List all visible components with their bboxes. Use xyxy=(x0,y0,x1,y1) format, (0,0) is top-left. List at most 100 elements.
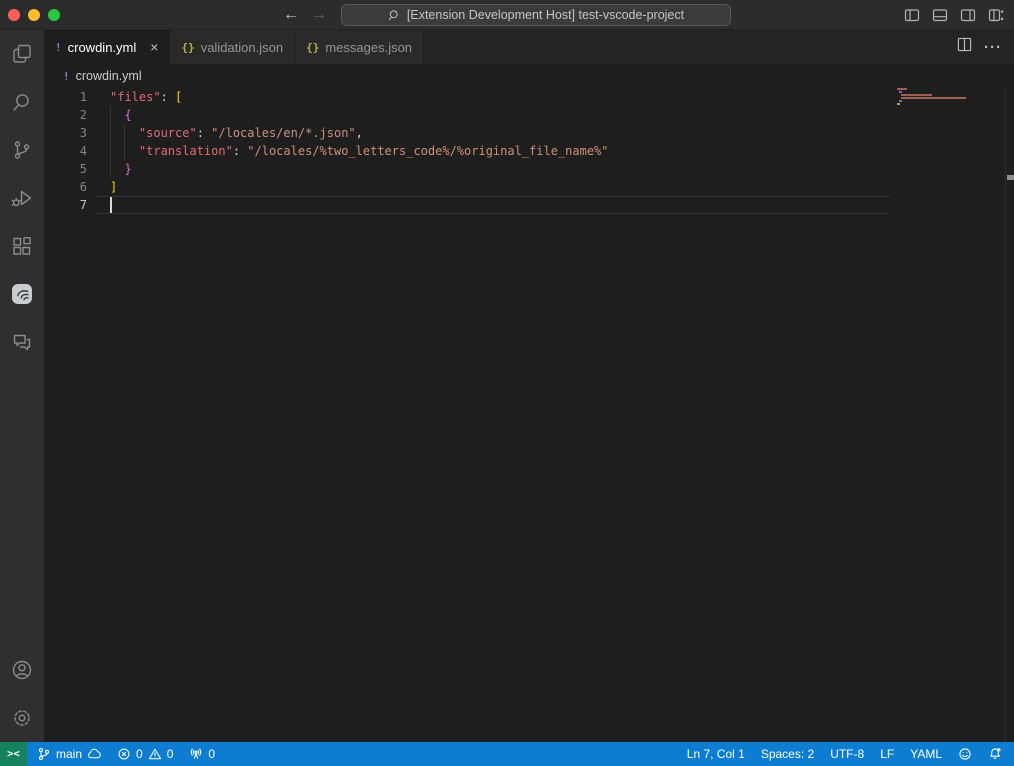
ports-item[interactable]: 0 xyxy=(183,742,221,766)
back-arrow-icon[interactable]: ← xyxy=(283,7,299,23)
minimap-line-mark xyxy=(899,100,902,102)
tab-validation.json[interactable]: {} validation.json xyxy=(170,30,295,64)
split-editor-icon[interactable] xyxy=(957,37,972,57)
activity-bar xyxy=(0,30,44,742)
eol-item[interactable]: LF xyxy=(874,742,900,766)
tab-label: crowdin.yml xyxy=(68,40,137,55)
notification-bell-icon xyxy=(988,747,1002,761)
close-tab-icon[interactable]: × xyxy=(150,40,158,54)
minimize-window-button[interactable] xyxy=(28,9,40,21)
minimap-line-mark xyxy=(899,91,902,93)
activity-item-extensions[interactable] xyxy=(0,222,44,270)
line-number[interactable]: 5 xyxy=(44,160,87,178)
ports-count: 0 xyxy=(208,747,215,761)
activity-item-comments[interactable] xyxy=(0,318,44,366)
error-count: 0 xyxy=(136,747,143,761)
comments-icon xyxy=(10,330,34,354)
toggle-panel-icon[interactable] xyxy=(932,7,948,23)
activity-item-account[interactable] xyxy=(0,646,44,694)
remote-indicator[interactable]: >< xyxy=(0,742,27,766)
line-number[interactable]: 3 xyxy=(44,124,87,142)
warning-icon xyxy=(148,747,162,761)
command-center[interactable]: [Extension Development Host] test-vscode… xyxy=(341,4,731,26)
code-line: "source": "/locales/en/*.json", xyxy=(110,124,890,142)
editor-content[interactable]: "files": [ { "source": "/locales/en/*.js… xyxy=(96,88,890,214)
title-bar: ← → [Extension Development Host] test-vs… xyxy=(0,0,1014,30)
error-icon xyxy=(117,747,131,761)
warning-count: 0 xyxy=(167,747,174,761)
forward-arrow-icon[interactable]: → xyxy=(311,7,327,23)
git-branch-item[interactable]: main xyxy=(31,742,107,766)
code-line: ] xyxy=(110,178,890,196)
activity-item-crowdin[interactable] xyxy=(0,270,44,318)
tab-label: validation.json xyxy=(201,40,283,55)
language-mode-item[interactable]: YAML xyxy=(904,742,948,766)
indentation: Spaces: 2 xyxy=(761,747,814,761)
indentation-item[interactable]: Spaces: 2 xyxy=(755,742,820,766)
window-title: [Extension Development Host] test-vscode… xyxy=(407,8,684,22)
tab-crowdin.yml[interactable]: ! crowdin.yml × xyxy=(44,30,170,64)
line-number[interactable]: 2 xyxy=(44,106,87,124)
minimap[interactable] xyxy=(893,88,1005,742)
overview-ruler xyxy=(1005,88,1014,742)
minimap-line-mark xyxy=(897,103,900,105)
file-type-icon: ! xyxy=(55,41,62,54)
problems-item[interactable]: 0 0 xyxy=(111,742,179,766)
activity-bar-top xyxy=(0,30,44,366)
extensions-icon xyxy=(10,234,34,258)
minimap-line-mark xyxy=(901,94,932,96)
zoom-window-button[interactable] xyxy=(48,9,60,21)
remote-icon: >< xyxy=(7,748,20,760)
customize-layout-icon[interactable] xyxy=(988,7,1004,23)
cursor-position: Ln 7, Col 1 xyxy=(687,747,745,761)
feedback-item[interactable] xyxy=(952,742,978,766)
more-actions-icon[interactable]: ··· xyxy=(984,39,1002,56)
close-window-button[interactable] xyxy=(8,9,20,21)
yaml-file-icon: ! xyxy=(63,70,70,83)
status-bar-right: Ln 7, Col 1 Spaces: 2 UTF-8 LF YAML xyxy=(681,742,1014,766)
file-type-icon: {} xyxy=(181,41,194,54)
tab-bar: ! crowdin.yml × {} validation.json {} messages… xyxy=(44,30,1014,64)
line-number[interactable]: 4 xyxy=(44,142,87,160)
eol: LF xyxy=(880,747,894,761)
branch-name: main xyxy=(56,747,82,761)
toggle-secondary-sidebar-icon[interactable] xyxy=(960,7,976,23)
language-mode: YAML xyxy=(910,747,942,761)
encoding-item[interactable]: UTF-8 xyxy=(824,742,870,766)
activity-item-explorer[interactable] xyxy=(0,30,44,78)
activity-bar-bottom xyxy=(0,646,44,742)
account-icon xyxy=(10,658,34,682)
cursor-position-item[interactable]: Ln 7, Col 1 xyxy=(681,742,751,766)
indent-guide xyxy=(110,106,111,178)
tabs-container: ! crowdin.yml × {} validation.json {} messages… xyxy=(44,30,424,64)
line-number[interactable]: 1 xyxy=(44,88,87,106)
notifications-item[interactable] xyxy=(982,742,1008,766)
activity-item-settings[interactable] xyxy=(0,694,44,742)
crowdin-icon xyxy=(10,282,34,306)
file-type-icon: {} xyxy=(306,41,319,54)
breadcrumb-file-name: crowdin.yml xyxy=(76,69,142,83)
text-cursor xyxy=(110,197,112,213)
code-line: "translation": "/locales/%two_letters_co… xyxy=(110,142,890,160)
editor-actions: ··· xyxy=(957,30,1014,64)
tab-label: messages.json xyxy=(325,40,412,55)
git-branch-icon xyxy=(37,747,51,761)
run-debug-icon xyxy=(10,186,34,210)
code-editor[interactable]: 1234567 "files": [ { "source": "/locales… xyxy=(44,88,1014,742)
line-number[interactable]: 7 xyxy=(44,196,87,214)
line-number[interactable]: 6 xyxy=(44,178,87,196)
code-line: { xyxy=(110,106,890,124)
toggle-sidebar-icon[interactable] xyxy=(904,7,920,23)
activity-item-run-debug[interactable] xyxy=(0,174,44,222)
encoding: UTF-8 xyxy=(830,747,864,761)
tab-messages.json[interactable]: {} messages.json xyxy=(295,30,424,64)
minimap-line-mark xyxy=(901,97,966,99)
breadcrumb[interactable]: ! crowdin.yml xyxy=(44,64,1014,88)
activity-item-search[interactable] xyxy=(0,78,44,126)
code-line xyxy=(110,196,890,214)
source-control-icon xyxy=(10,138,34,162)
activity-item-source-control[interactable] xyxy=(0,126,44,174)
editor-gutter[interactable]: 1234567 xyxy=(44,88,96,214)
overview-ruler-marker xyxy=(1007,175,1014,180)
feedback-smiley-icon xyxy=(958,747,972,761)
